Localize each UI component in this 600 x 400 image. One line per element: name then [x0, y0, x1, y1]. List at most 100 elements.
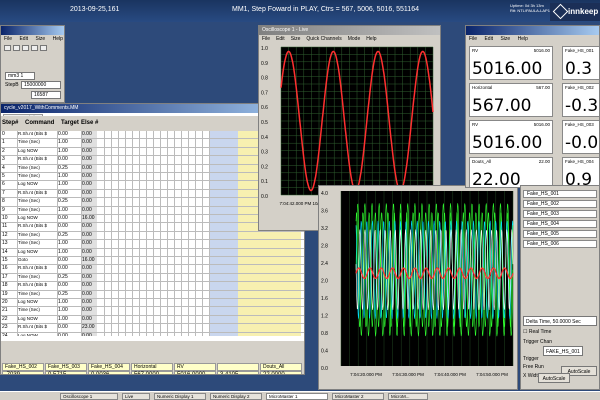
- row-bits[interactable]: [98, 315, 303, 324]
- menu-edit[interactable]: Edit: [19, 36, 28, 42]
- row-bits[interactable]: [98, 248, 303, 256]
- osc-menu-item[interactable]: Quick Channels: [306, 36, 341, 42]
- sequence-row[interactable]: 21 Time (Sec) 1.00 0.00: [1, 307, 304, 316]
- row-target[interactable]: 1.00: [57, 307, 81, 315]
- row-target[interactable]: 0.00: [57, 189, 81, 198]
- row-else[interactable]: 0.00: [81, 299, 97, 307]
- sequence-row[interactable]: 24 Log NOW 0.00 0.00: [1, 332, 304, 336]
- row-else[interactable]: 0.00: [81, 240, 97, 248]
- delta-time-field[interactable]: Delta Time, 50.0000 Sec: [523, 316, 597, 326]
- row-command[interactable]: R.Sh.nt (Bits $: [17, 282, 55, 290]
- row-else[interactable]: 0.00: [81, 282, 97, 290]
- sequence-row[interactable]: 22 Log NOW 1.00 0.00: [1, 315, 304, 325]
- row-command[interactable]: R.Sh.nt (Bits $: [17, 156, 55, 164]
- row-target[interactable]: 1.00: [57, 173, 81, 181]
- row-else[interactable]: 0.00: [81, 181, 97, 189]
- row-target[interactable]: 0.00: [57, 131, 81, 139]
- taskbar-item[interactable]: Oscilloscope 1: [60, 393, 118, 400]
- row-else[interactable]: 0.00: [81, 315, 97, 324]
- row-command[interactable]: Log NOW: [17, 215, 55, 223]
- row-else[interactable]: 0.00: [81, 139, 97, 147]
- step-button[interactable]: [22, 45, 29, 51]
- row-command[interactable]: Time (Sec): [17, 290, 55, 298]
- row-target[interactable]: 0.25: [57, 164, 81, 172]
- row-bits[interactable]: [98, 240, 303, 248]
- row-command[interactable]: Log NOW: [17, 299, 55, 307]
- row-target[interactable]: 0.25: [57, 273, 81, 282]
- row-target[interactable]: 0.00: [57, 265, 81, 273]
- channel-item[interactable]: Fake_HS_003: [523, 210, 597, 218]
- row-bits[interactable]: [98, 299, 303, 307]
- row-target[interactable]: 1.00: [57, 248, 81, 256]
- row-else[interactable]: 0.00: [81, 290, 97, 298]
- taskbar-item[interactable]: MicroMaster 1: [266, 393, 328, 400]
- row-command[interactable]: Time (Sec): [17, 198, 55, 206]
- row-target[interactable]: 1.00: [57, 139, 81, 147]
- row-target[interactable]: 0.00: [57, 215, 81, 223]
- autoscale-button[interactable]: AutoScale: [538, 373, 570, 383]
- row-else[interactable]: 0.00: [81, 307, 97, 315]
- channel-item[interactable]: Fake_HS_004: [523, 220, 597, 228]
- play-button[interactable]: [13, 45, 20, 51]
- menu-help[interactable]: Help: [53, 36, 63, 42]
- row-target[interactable]: 0.00: [57, 332, 81, 336]
- osc-menu-item[interactable]: Help: [366, 36, 376, 42]
- trigger-chan-select[interactable]: FAKE_HS_001: [543, 346, 583, 356]
- taskbar-item[interactable]: Numeric Display 1: [154, 393, 206, 400]
- row-command[interactable]: Log NOW: [17, 248, 55, 256]
- row-target[interactable]: 0.00: [57, 257, 81, 265]
- taskbar-item[interactable]: MicroM...: [388, 393, 428, 400]
- row-target[interactable]: 0.25: [57, 231, 81, 240]
- row-bits[interactable]: [98, 265, 303, 273]
- row-target[interactable]: 1.00: [57, 147, 81, 156]
- row-else[interactable]: 0.00: [81, 273, 97, 282]
- channel-item[interactable]: Fake_HS_001: [523, 190, 597, 198]
- osc-menu-item[interactable]: Edit: [276, 36, 285, 42]
- menu-file[interactable]: File: [4, 36, 12, 42]
- num-menu-help[interactable]: Help: [518, 36, 528, 42]
- row-else[interactable]: 0.00: [81, 248, 97, 256]
- realtime-checkbox[interactable]: ☐ Real Time: [523, 329, 551, 335]
- row-target[interactable]: 1.00: [57, 299, 81, 307]
- loop-button[interactable]: [40, 45, 47, 51]
- row-target[interactable]: 0.25: [57, 290, 81, 298]
- row-command[interactable]: Time (Sec): [17, 206, 55, 214]
- row-else[interactable]: 0.00: [81, 131, 97, 139]
- sequence-row[interactable]: 14 Log NOW 1.00 0.00: [1, 248, 304, 257]
- menu-size[interactable]: Size: [35, 36, 45, 42]
- osc-menu-item[interactable]: Mode: [348, 36, 361, 42]
- taskbar-item[interactable]: Live: [122, 393, 150, 400]
- row-target[interactable]: 0.00: [57, 156, 81, 164]
- row-command[interactable]: Time (Sec): [17, 164, 55, 172]
- row-bits[interactable]: [98, 282, 303, 290]
- row-target[interactable]: 0.00: [57, 223, 81, 231]
- row-else[interactable]: 0.00: [81, 189, 97, 198]
- row-target[interactable]: 0.25: [57, 198, 81, 206]
- row-command[interactable]: Time (Sec): [17, 240, 55, 248]
- sequence-row[interactable]: 16 R.Sh.nt (Bits $0.00 0.00: [1, 265, 304, 274]
- row-command[interactable]: Log NOW: [17, 147, 55, 156]
- row-else[interactable]: 0.00: [81, 332, 97, 336]
- num-menu-file[interactable]: File: [469, 36, 477, 42]
- row-command[interactable]: Time (Sec): [17, 173, 55, 181]
- name-field[interactable]: mm3 1: [5, 72, 35, 80]
- sequence-row[interactable]: 20 Log NOW 1.00 0.00: [1, 299, 304, 308]
- row-target[interactable]: 0.00: [57, 282, 81, 290]
- channel-item[interactable]: Fake_HS_005: [523, 230, 597, 238]
- step-field[interactable]: 15000000: [21, 81, 61, 89]
- osc-menu-item[interactable]: Size: [291, 36, 301, 42]
- sequence-row[interactable]: 17 Time (Sec) 0.25 0.00: [1, 273, 304, 283]
- sequence-row[interactable]: 18 R.Sh.nt (Bits $0.00 0.00: [1, 282, 304, 291]
- stop-button[interactable]: [4, 45, 11, 51]
- row-bits[interactable]: [98, 273, 303, 282]
- sequence-row[interactable]: 23 R.Sh.nt (Bits $0.00 23.00: [1, 324, 304, 333]
- row-command[interactable]: Time (Sec): [17, 231, 55, 240]
- channel-item[interactable]: Fake_HS_006: [523, 240, 597, 248]
- num-menu-size[interactable]: Size: [500, 36, 510, 42]
- channel-item[interactable]: Fake_HS_002: [523, 200, 597, 208]
- row-target[interactable]: 1.00: [57, 206, 81, 214]
- row-else[interactable]: 0.00: [81, 223, 97, 231]
- num-menu-edit[interactable]: Edit: [484, 36, 493, 42]
- row-bits[interactable]: [98, 290, 303, 298]
- row-bits[interactable]: [98, 231, 303, 240]
